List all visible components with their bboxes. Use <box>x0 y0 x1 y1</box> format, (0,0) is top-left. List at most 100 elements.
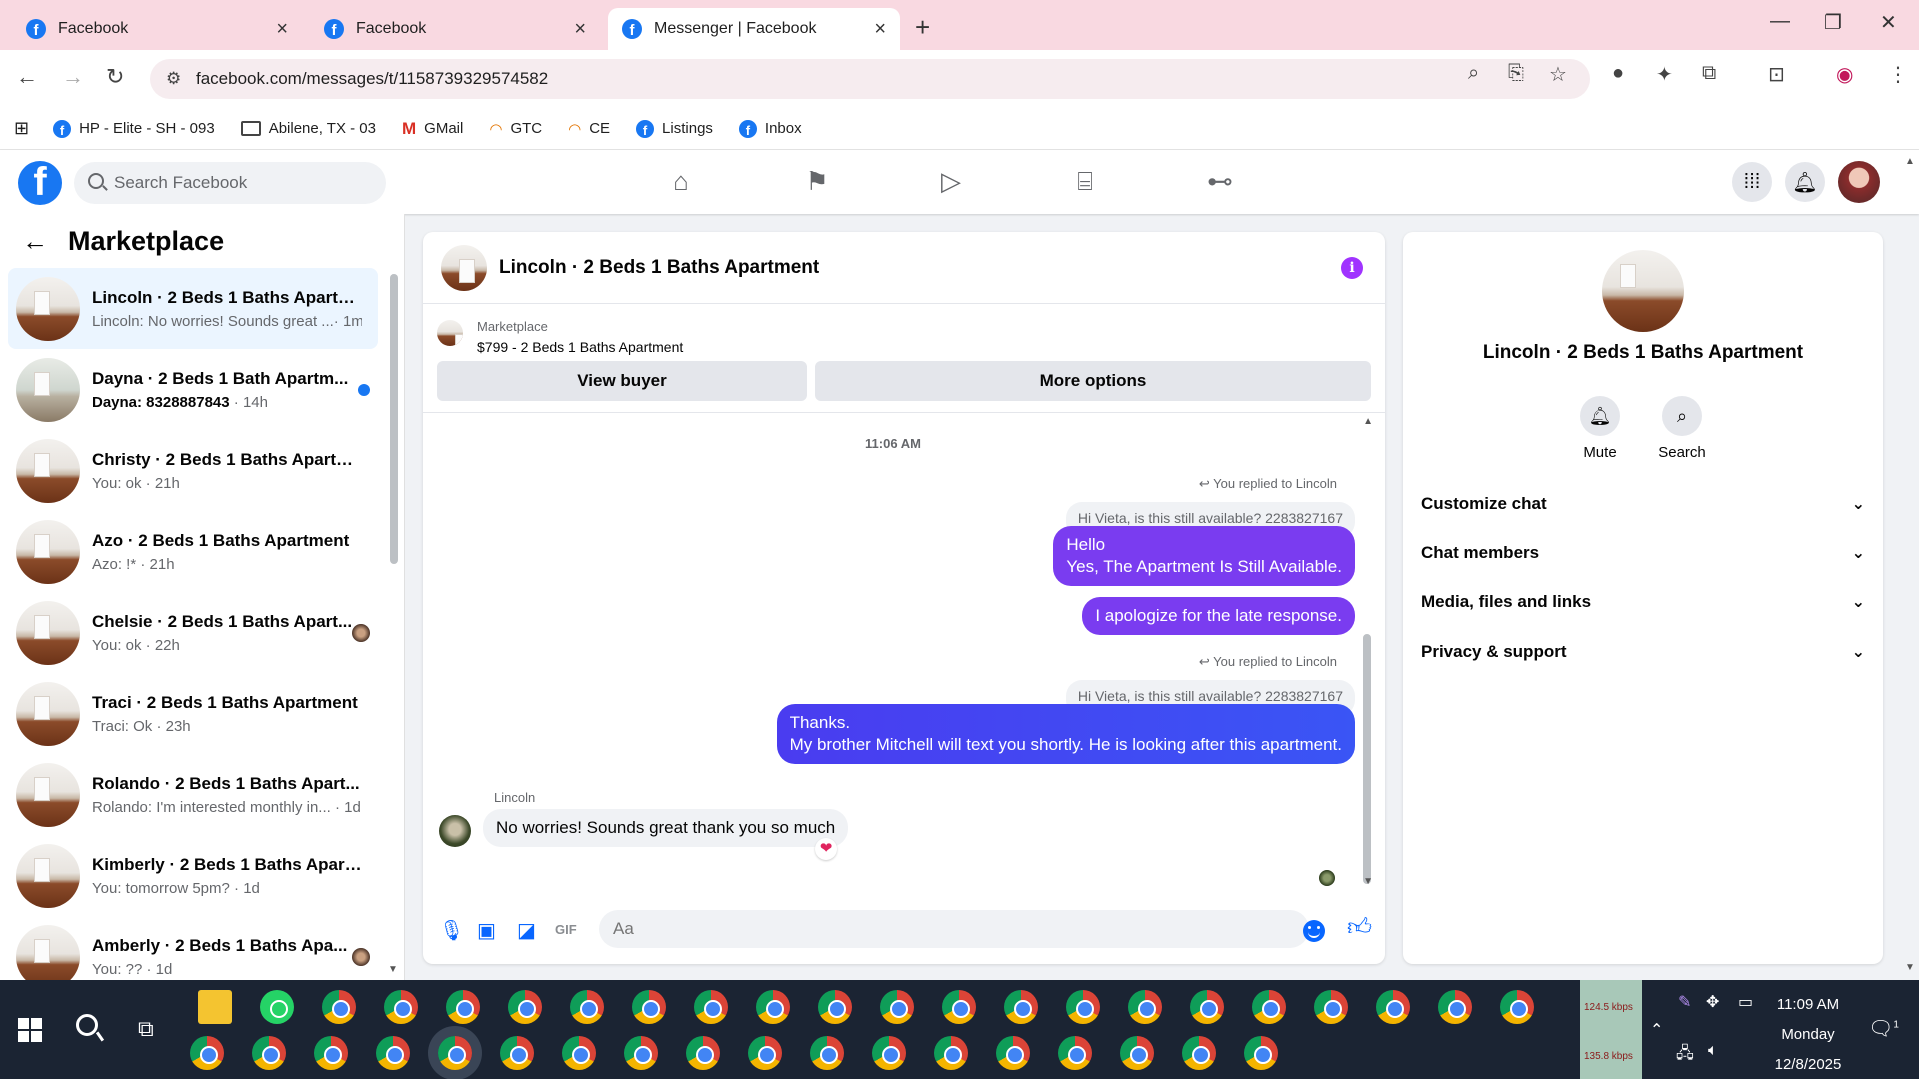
chat-list-item[interactable]: Kimberly · 2 Beds 1 Baths Apart... You: t… <box>8 835 378 916</box>
bookmark-gmail[interactable]: M GMail <box>402 119 463 139</box>
windows-start-icon[interactable] <box>18 1018 42 1042</box>
chrome-icon[interactable] <box>996 1036 1030 1070</box>
more-options-button[interactable]: More options <box>815 361 1371 401</box>
chrome-icon[interactable] <box>1004 990 1038 1024</box>
sticker-icon[interactable]: ◪ <box>517 918 536 943</box>
chrome-icon[interactable] <box>562 1036 596 1070</box>
site-info-icon[interactable]: ⚙ <box>166 69 181 89</box>
reload-icon[interactable]: ↻ <box>106 64 124 90</box>
chrome-icon[interactable] <box>624 1036 658 1070</box>
bookmark-inbox[interactable]: f Inbox <box>738 119 802 138</box>
chrome-icon[interactable] <box>632 990 666 1024</box>
back-arrow-icon[interactable]: ← <box>22 226 48 257</box>
thumbs-up-icon[interactable]: 👍︎ <box>1347 914 1372 942</box>
media-files-section[interactable]: Media, files and links ⌄ <box>1421 582 1865 622</box>
incoming-message[interactable]: No worries! Sounds great thank you so mu… <box>483 809 849 847</box>
chrome-icon[interactable] <box>872 1036 906 1070</box>
cookie-extension-icon[interactable]: ● <box>1612 62 1624 85</box>
extensions-puzzle-icon[interactable]: ⧉ <box>1702 62 1716 85</box>
chrome-icon[interactable] <box>1500 990 1534 1024</box>
chrome-icon[interactable] <box>880 990 914 1024</box>
notifications-bell-icon[interactable]: 🔔︎ <box>1785 162 1825 202</box>
conversation-title[interactable]: Lincoln · 2 Beds 1 Baths Apartment <box>499 257 819 279</box>
chrome-icon[interactable] <box>384 990 418 1024</box>
bookmark-hp-elite[interactable]: f HP - Elite - SH - 093 <box>53 119 215 138</box>
tab-search-icon[interactable]: ⊡ <box>1768 62 1785 87</box>
chrome-icon[interactable] <box>1314 990 1348 1024</box>
chrome-icon[interactable] <box>694 990 728 1024</box>
extension-icon[interactable]: ✦ <box>1656 62 1673 87</box>
listing-thumbnail[interactable] <box>441 244 487 291</box>
chrome-icon[interactable] <box>500 1036 534 1070</box>
menu-grid-icon[interactable]: ⁞⁞⁞ <box>1732 162 1772 202</box>
video-icon[interactable]: ▷ <box>934 166 968 196</box>
profile-avatar[interactable] <box>1838 161 1880 203</box>
feather-tray-icon[interactable]: ✎ <box>1678 992 1691 1012</box>
scroll-down-icon[interactable]: ▼ <box>1363 876 1373 887</box>
chrome-icon[interactable] <box>1190 990 1224 1024</box>
scroll-down-icon[interactable]: ▼ <box>388 964 398 975</box>
thread-scrollbar[interactable] <box>1363 634 1371 884</box>
chrome-icon[interactable] <box>508 990 542 1024</box>
system-clock[interactable]: 11:09 AM Monday 12/8/2025 <box>1766 990 1850 1079</box>
listing-thumbnail-large[interactable] <box>1602 250 1684 332</box>
chat-list-item[interactable]: Amberly · 2 Beds 1 Baths Apa... You: ?? ·… <box>8 916 378 980</box>
chrome-icon[interactable] <box>1438 990 1472 1024</box>
bookmark-ce[interactable]: ◠ CE <box>568 120 610 138</box>
notification-center-icon[interactable]: 🗨︎1 <box>1868 1016 1899 1041</box>
message-input[interactable] <box>599 910 1309 948</box>
close-tab-icon[interactable]: × <box>574 18 586 41</box>
gaming-icon[interactable]: ⊷ <box>1203 166 1237 196</box>
gif-icon[interactable]: GIF <box>555 922 577 937</box>
chrome-icon[interactable] <box>942 990 976 1024</box>
outgoing-message[interactable]: Hello Yes, The Apartment Is Still Availa… <box>1053 526 1355 586</box>
emoji-icon[interactable] <box>1303 920 1325 942</box>
privacy-support-section[interactable]: Privacy & support ⌄ <box>1421 632 1865 672</box>
chrome-icon[interactable] <box>1376 990 1410 1024</box>
chrome-icon[interactable] <box>1252 990 1286 1024</box>
mute-button[interactable]: 🔔︎ Mute <box>1565 396 1635 461</box>
new-tab-button[interactable]: + <box>915 12 930 43</box>
volume-icon[interactable]: 🔈︎ <box>1708 1042 1718 1060</box>
profile-icon[interactable]: ◉ <box>1836 62 1853 87</box>
chat-list-item[interactable]: Dayna · 2 Beds 1 Bath Apartm... Dayna: 83… <box>8 349 378 430</box>
file-explorer-icon[interactable] <box>198 990 232 1024</box>
view-buyer-button[interactable]: View buyer <box>437 361 807 401</box>
chrome-icon[interactable] <box>438 1036 472 1070</box>
browser-tab-3[interactable]: f Messenger | Facebook × <box>608 8 900 50</box>
chrome-icon[interactable] <box>1182 1036 1216 1070</box>
chat-list-item[interactable]: Chelsie · 2 Beds 1 Baths Apart... You: ok… <box>8 592 378 673</box>
task-view-icon[interactable]: ⧉ <box>138 1016 154 1042</box>
show-hidden-icons-icon[interactable]: ⌃ <box>1650 1020 1663 1040</box>
microphone-icon[interactable]: 🎙︎ <box>439 918 464 943</box>
outgoing-message[interactable]: Thanks. My brother Mitchell will text yo… <box>776 704 1355 764</box>
browser-tab-2[interactable]: f Facebook × <box>310 8 600 50</box>
close-tab-icon[interactable]: × <box>276 18 288 41</box>
battery-icon[interactable]: ▭ <box>1738 992 1753 1012</box>
chat-list-item[interactable]: Traci · 2 Beds 1 Baths Apartment Traci: O… <box>8 673 378 754</box>
chrome-icon[interactable] <box>1066 990 1100 1024</box>
install-app-icon[interactable]: ⎘ <box>1508 62 1524 85</box>
info-icon[interactable]: i <box>1341 257 1363 279</box>
chrome-icon[interactable] <box>190 1036 224 1070</box>
chat-list-item[interactable]: Lincoln · 2 Beds 1 Baths Apartm... Lincol… <box>8 268 378 349</box>
bookmark-gtc[interactable]: ◠ GTC <box>489 120 542 138</box>
chrome-icon[interactable] <box>1120 1036 1154 1070</box>
forward-icon[interactable]: → <box>62 64 84 90</box>
apps-grid-icon[interactable]: ⊞ <box>14 118 29 139</box>
menu-kebab-icon[interactable]: ⋮ <box>1888 62 1908 87</box>
heart-reaction-icon[interactable]: ❤ <box>815 838 837 860</box>
chrome-icon[interactable] <box>810 1036 844 1070</box>
marketplace-icon[interactable]: ⌸ <box>1068 166 1102 196</box>
chrome-icon[interactable] <box>748 1036 782 1070</box>
chrome-icon[interactable] <box>1128 990 1162 1024</box>
back-icon[interactable]: ← <box>16 64 38 90</box>
page-scroll-down-icon[interactable]: ▼ <box>1905 962 1915 973</box>
chat-list-item[interactable]: Rolando · 2 Beds 1 Baths Apart... Rolando… <box>8 754 378 835</box>
search-button[interactable]: ⌕ Search <box>1647 396 1717 461</box>
chrome-icon[interactable] <box>570 990 604 1024</box>
network-icon[interactable]: 🖧︎ <box>1676 1042 1694 1069</box>
listing-info[interactable]: Marketplace $799 - 2 Beds 1 Baths Apartm… <box>437 317 683 357</box>
minimize-icon[interactable]: — <box>1770 10 1790 33</box>
chrome-icon[interactable] <box>756 990 790 1024</box>
